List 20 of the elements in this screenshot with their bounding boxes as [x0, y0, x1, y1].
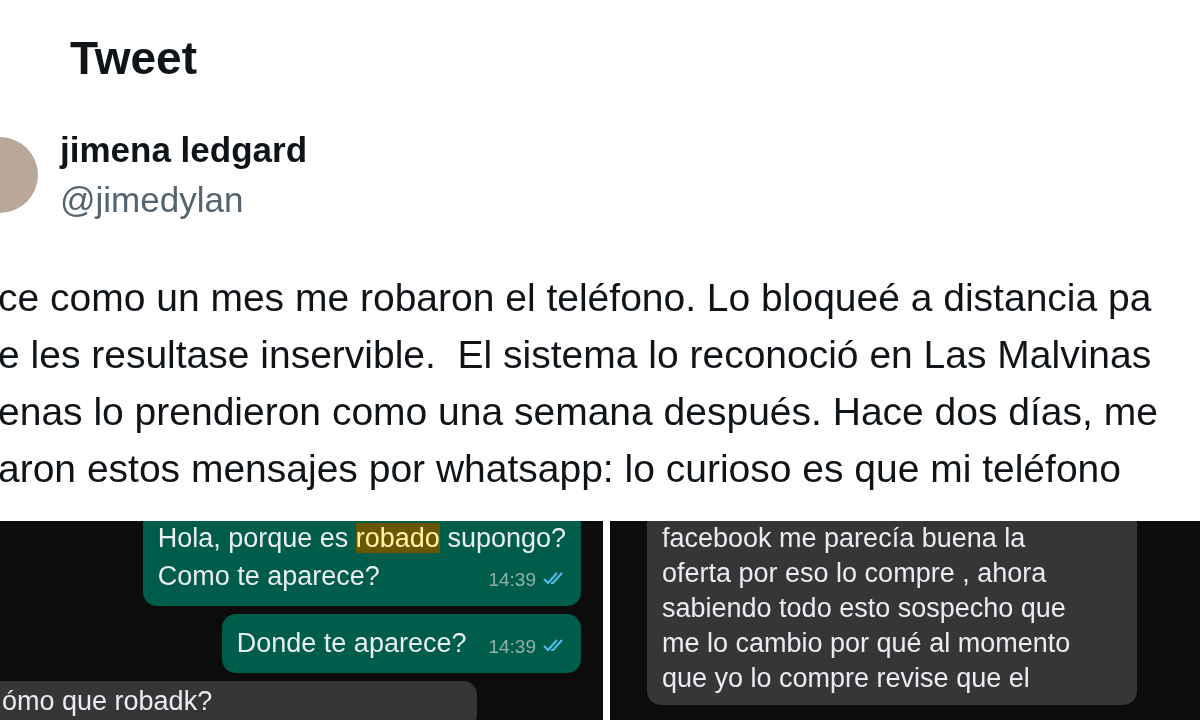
message-text: que yo lo compre revise que el: [662, 662, 1031, 695]
author-name: jimena ledgard: [60, 129, 308, 171]
tweet-text: enas lo prendieron como una semana después. Hace dos días, me: [0, 389, 1159, 435]
message-text: Hola, porque es robado supongo?: [157, 522, 566, 555]
author-handle: @jimedylan: [60, 179, 245, 221]
message-text: facebook me parecía buena la: [662, 522, 1027, 555]
message-time: 14:39: [488, 635, 536, 659]
tweet-text: aron estos mensajes por whatsapp: lo curioso es que mi teléfono: [0, 446, 1122, 492]
message-text: Donde te aparece?: [236, 627, 467, 660]
page-title: Tweet: [70, 31, 198, 86]
message-text: oferta por eso lo compre , ahora: [662, 557, 1048, 590]
message-text: ómo que robadk?: [2, 685, 214, 718]
double-check-icon: [542, 570, 566, 586]
message-time: 14:39: [488, 568, 536, 592]
message-text: sabiendo todo esto sospecho que: [662, 592, 1067, 625]
message-text: Como te aparece?: [157, 560, 380, 593]
tweet-text: e les resultase inservible. El sistema lo reconoció en Las Malvinas: [0, 332, 1153, 378]
tweet-text: ce como un mes me robaron el teléfono. Lo bloqueé a distancia pa: [0, 275, 1153, 321]
message-text: me lo cambio por qué al momento: [662, 627, 1072, 660]
double-check-icon: [542, 637, 566, 653]
